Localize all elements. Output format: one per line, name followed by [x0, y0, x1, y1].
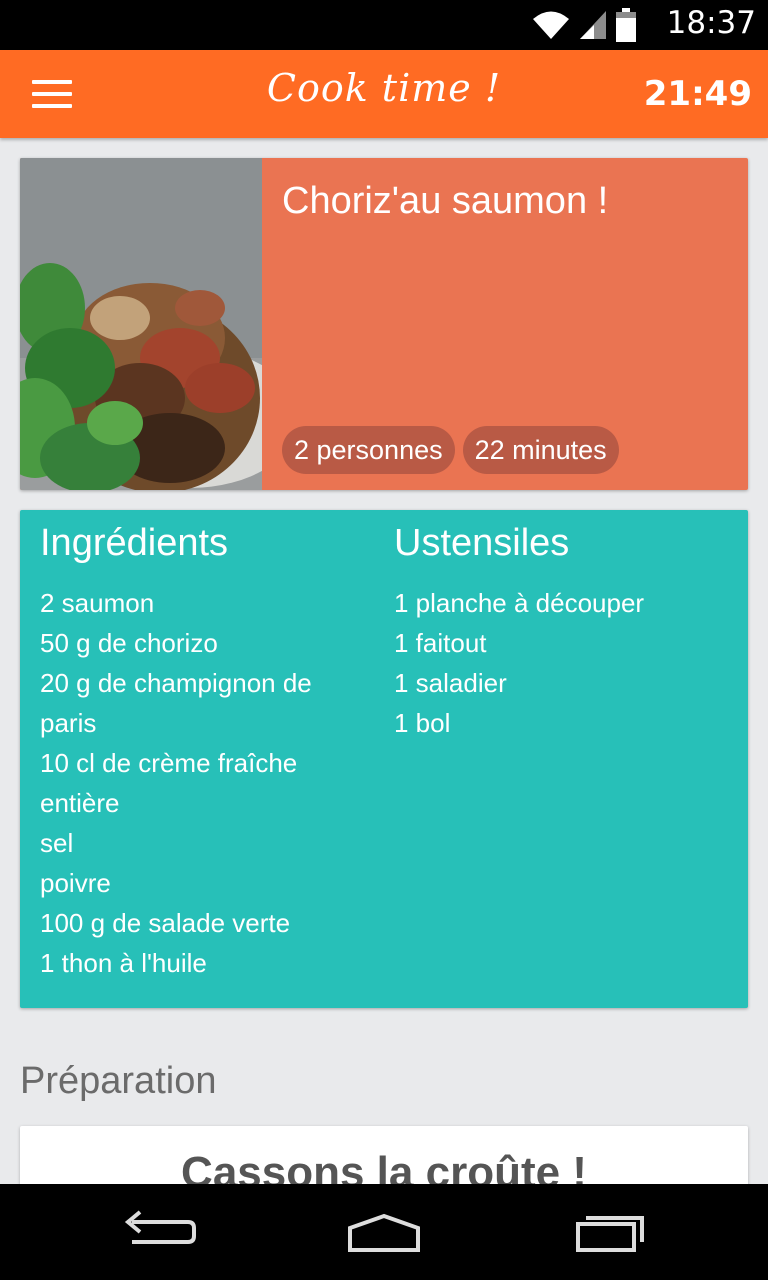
home-icon	[348, 1213, 420, 1252]
recent-apps-icon	[576, 1216, 644, 1252]
utensils-heading: Ustensiles	[394, 522, 570, 564]
status-time: 18:37	[666, 5, 756, 41]
ingredient-item: 100 g de salade verte	[40, 908, 291, 938]
ingredient-item: poivre	[40, 868, 111, 898]
recipe-photo-illustration	[20, 158, 262, 490]
recipe-title: Choriz'au saumon !	[282, 180, 609, 222]
recipe-header-card: Choriz'au saumon ! 2 personnes 22 minute…	[20, 158, 748, 490]
servings-badge: 2 personnes	[282, 426, 455, 474]
recipe-content[interactable]: Choriz'au saumon ! 2 personnes 22 minute…	[0, 138, 768, 1184]
status-bar: 18:37	[0, 0, 768, 50]
back-icon	[124, 1210, 196, 1244]
recipe-photo	[20, 158, 262, 490]
utensil-item: 1 bol	[394, 708, 451, 738]
duration-badge: 22 minutes	[462, 426, 619, 474]
ingredients-utensils-card: Ingrédients 2 saumon 50 g de chorizo 20 …	[20, 510, 748, 1008]
app-bar: Cook time ! 21:49	[0, 50, 768, 138]
cooking-timer[interactable]: 21:49	[644, 74, 752, 114]
preparation-step-card[interactable]: Cassons la croûte !	[20, 1126, 748, 1184]
ingredient-item: 1 thon à l'huile	[40, 948, 207, 978]
back-button[interactable]	[110, 1204, 210, 1260]
utensils-list: 1 planche à découper 1 faitout 1 saladie…	[394, 583, 734, 743]
recipe-tags: 2 personnes 22 minutes	[282, 426, 619, 474]
utensil-item: 1 saladier	[394, 668, 507, 698]
ingredients-heading: Ingrédients	[40, 522, 229, 564]
ingredient-item: 50 g de chorizo	[40, 628, 218, 658]
ingredients-list: 2 saumon 50 g de chorizo 20 g de champig…	[40, 583, 370, 983]
home-button[interactable]	[334, 1204, 434, 1260]
ingredients-column: Ingrédients 2 saumon 50 g de chorizo 20 …	[40, 522, 370, 983]
utensil-item: 1 planche à découper	[394, 588, 645, 618]
utensils-column: Ustensiles 1 planche à découper 1 faitou…	[394, 522, 734, 743]
battery-icon	[616, 8, 636, 42]
recent-apps-button[interactable]	[560, 1204, 660, 1260]
status-icons	[532, 8, 636, 42]
ingredient-item: sel	[40, 828, 74, 858]
preparation-heading: Préparation	[20, 1060, 217, 1102]
navigation-bar	[0, 1184, 768, 1280]
signal-icon	[580, 11, 606, 39]
ingredient-item: 10 cl de crème fraîche entière	[40, 748, 298, 818]
ingredient-item: 2 saumon	[40, 588, 155, 618]
step-title: Cassons la croûte !	[181, 1148, 587, 1184]
wifi-icon	[533, 11, 569, 39]
ingredient-item: 20 g de champignon de paris	[40, 668, 312, 738]
utensil-item: 1 faitout	[394, 628, 487, 658]
